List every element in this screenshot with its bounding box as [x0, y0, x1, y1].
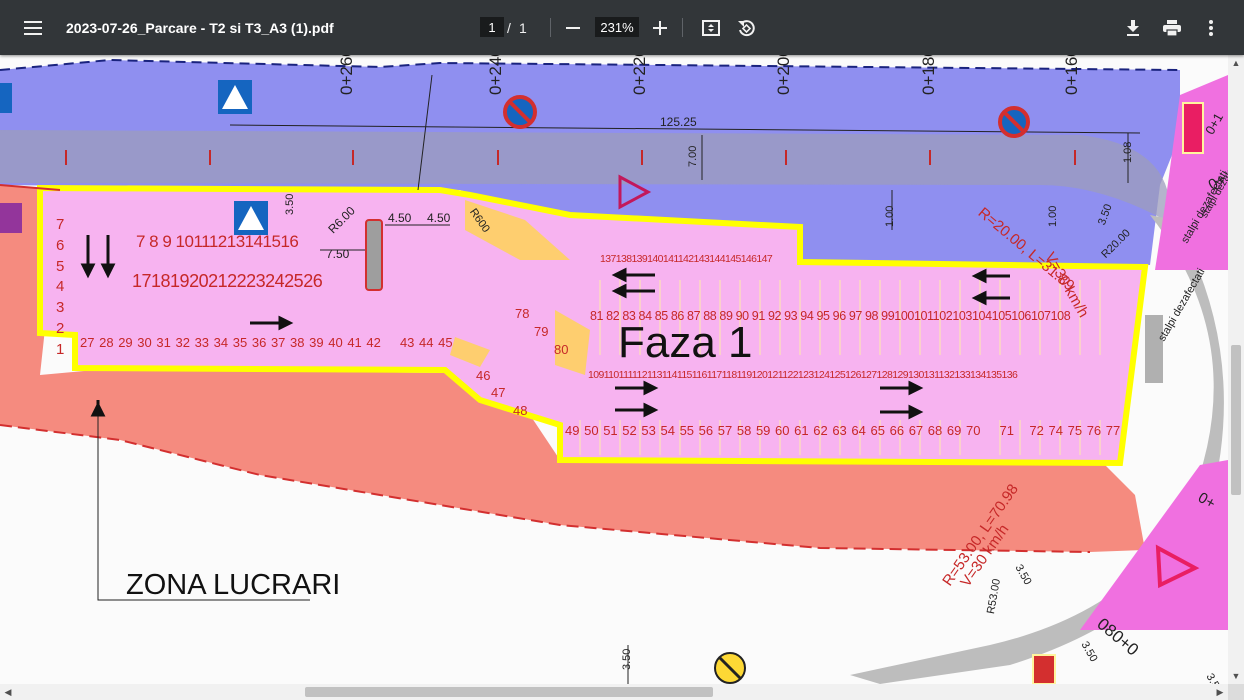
chainage-label: 0+200 [774, 55, 793, 95]
spot-number: 5 [56, 257, 65, 275]
spot-row-7-16: 7 8 9 10111213141516 [136, 232, 299, 251]
spot-row-27-45: 27 28 29 30 31 32 33 34 35 36 37 38 39 4… [80, 335, 453, 350]
spot-row-137-147: 137138139140141142143144145146147 [600, 253, 773, 265]
spot-number: 6 [56, 236, 65, 254]
dimension-label: 3.50 [284, 193, 296, 215]
rotate-button[interactable] [730, 0, 762, 55]
zone-label: ZONA LUCRARI [126, 569, 341, 601]
dimension-label: 1.00 [1047, 205, 1059, 227]
no-parking-sign [503, 95, 537, 129]
dimension-label: 1.00 [884, 205, 896, 227]
more-vertical-icon [1209, 19, 1213, 36]
spot-number: 80 [554, 342, 569, 357]
traffic-island [365, 219, 383, 291]
scroll-left-arrow-icon[interactable]: ◀ [0, 684, 16, 700]
fit-to-page-button[interactable] [695, 0, 727, 55]
page-separator: / [507, 19, 511, 36]
dimension-label: 1.08 [1122, 141, 1134, 163]
spot-row-109-136: 1091101111121131141151161171181191201211… [588, 369, 1018, 381]
vertical-scroll-thumb[interactable] [1231, 345, 1241, 495]
pdf-toolbar: 2023-07-26_Parcare - T2 si T3_A3 (1).pdf… [0, 0, 1244, 55]
document-title: 2023-07-26_Parcare - T2 si T3_A3 (1).pdf [66, 19, 334, 36]
dimension-label: 4.50 [427, 211, 451, 225]
spot-number: 1 [56, 340, 65, 358]
spot-number: 7 [56, 216, 65, 233]
zoom-out-button[interactable] [557, 0, 589, 55]
toolbar-divider [682, 18, 683, 37]
spot-number: 78 [515, 306, 530, 321]
dimension-label: 7.00 [687, 145, 699, 167]
scroll-right-arrow-icon[interactable]: ▶ [1212, 684, 1228, 700]
scroll-corner [1228, 684, 1244, 700]
dimension-label: 7.50 [326, 247, 350, 261]
download-icon [1127, 19, 1139, 36]
toolbar-divider [550, 18, 551, 37]
spot-number: 47 [491, 385, 506, 400]
spot-number: 3 [56, 299, 65, 317]
spot-number: 4 [56, 278, 65, 296]
plus-icon [653, 20, 667, 35]
pdf-viewer[interactable]: 0+260 0+240 0+220 0+200 0+180 0+160 0+1 … [0, 55, 1228, 684]
chainage-label: 0+180 [919, 55, 938, 95]
chainage-label: 0+240 [486, 55, 505, 95]
pedestrian-crossing-sign [234, 201, 268, 235]
scroll-up-arrow-icon[interactable]: ▲ [1228, 55, 1244, 71]
hamburger-menu-icon [24, 20, 42, 35]
no-parking-sign [998, 106, 1030, 138]
zoom-in-button[interactable] [644, 0, 676, 55]
dimension-label: 125.25 [660, 115, 697, 129]
horizontal-scroll-thumb[interactable] [305, 687, 713, 697]
phase-label: Faza 1 [618, 318, 753, 367]
total-pages: 1 [519, 19, 527, 36]
page-number-input[interactable]: 1 [480, 17, 504, 37]
spot-number: 2 [56, 319, 65, 337]
spot-number: 79 [534, 324, 549, 339]
spot-row-81-108: 81 82 83 84 85 86 87 88 89 90 91 92 93 9… [590, 309, 1071, 323]
spot-number: 48 [513, 403, 528, 418]
dimension-label: 3.50 [621, 648, 633, 670]
minus-icon [566, 26, 580, 29]
rotate-counterclockwise-icon [738, 19, 755, 36]
spot-number: 46 [476, 368, 491, 383]
spot-column-1-7: 7 6 5 4 3 2 1 [56, 215, 70, 361]
chainage-label: 0+260 [337, 55, 356, 95]
menu-button[interactable] [17, 0, 49, 55]
dimension-label: 4.50 [388, 211, 412, 225]
chainage-label: 0+160 [1062, 55, 1081, 95]
print-icon [1163, 19, 1181, 36]
more-actions-button[interactable] [1195, 0, 1227, 55]
pedestrian-crossing-sign [218, 80, 252, 114]
zoom-level-input[interactable]: 231% [595, 17, 639, 37]
spot-row-49-77: 49 50 51 52 53 54 55 56 57 58 59 60 61 6… [565, 423, 1121, 438]
download-button[interactable] [1117, 0, 1149, 55]
scroll-down-arrow-icon[interactable]: ▼ [1228, 668, 1244, 684]
print-button[interactable] [1156, 0, 1188, 55]
fit-to-page-icon [702, 19, 720, 36]
chainage-label: 0+220 [630, 55, 649, 95]
spot-row-17-26: 17181920212223242526 [132, 271, 323, 291]
